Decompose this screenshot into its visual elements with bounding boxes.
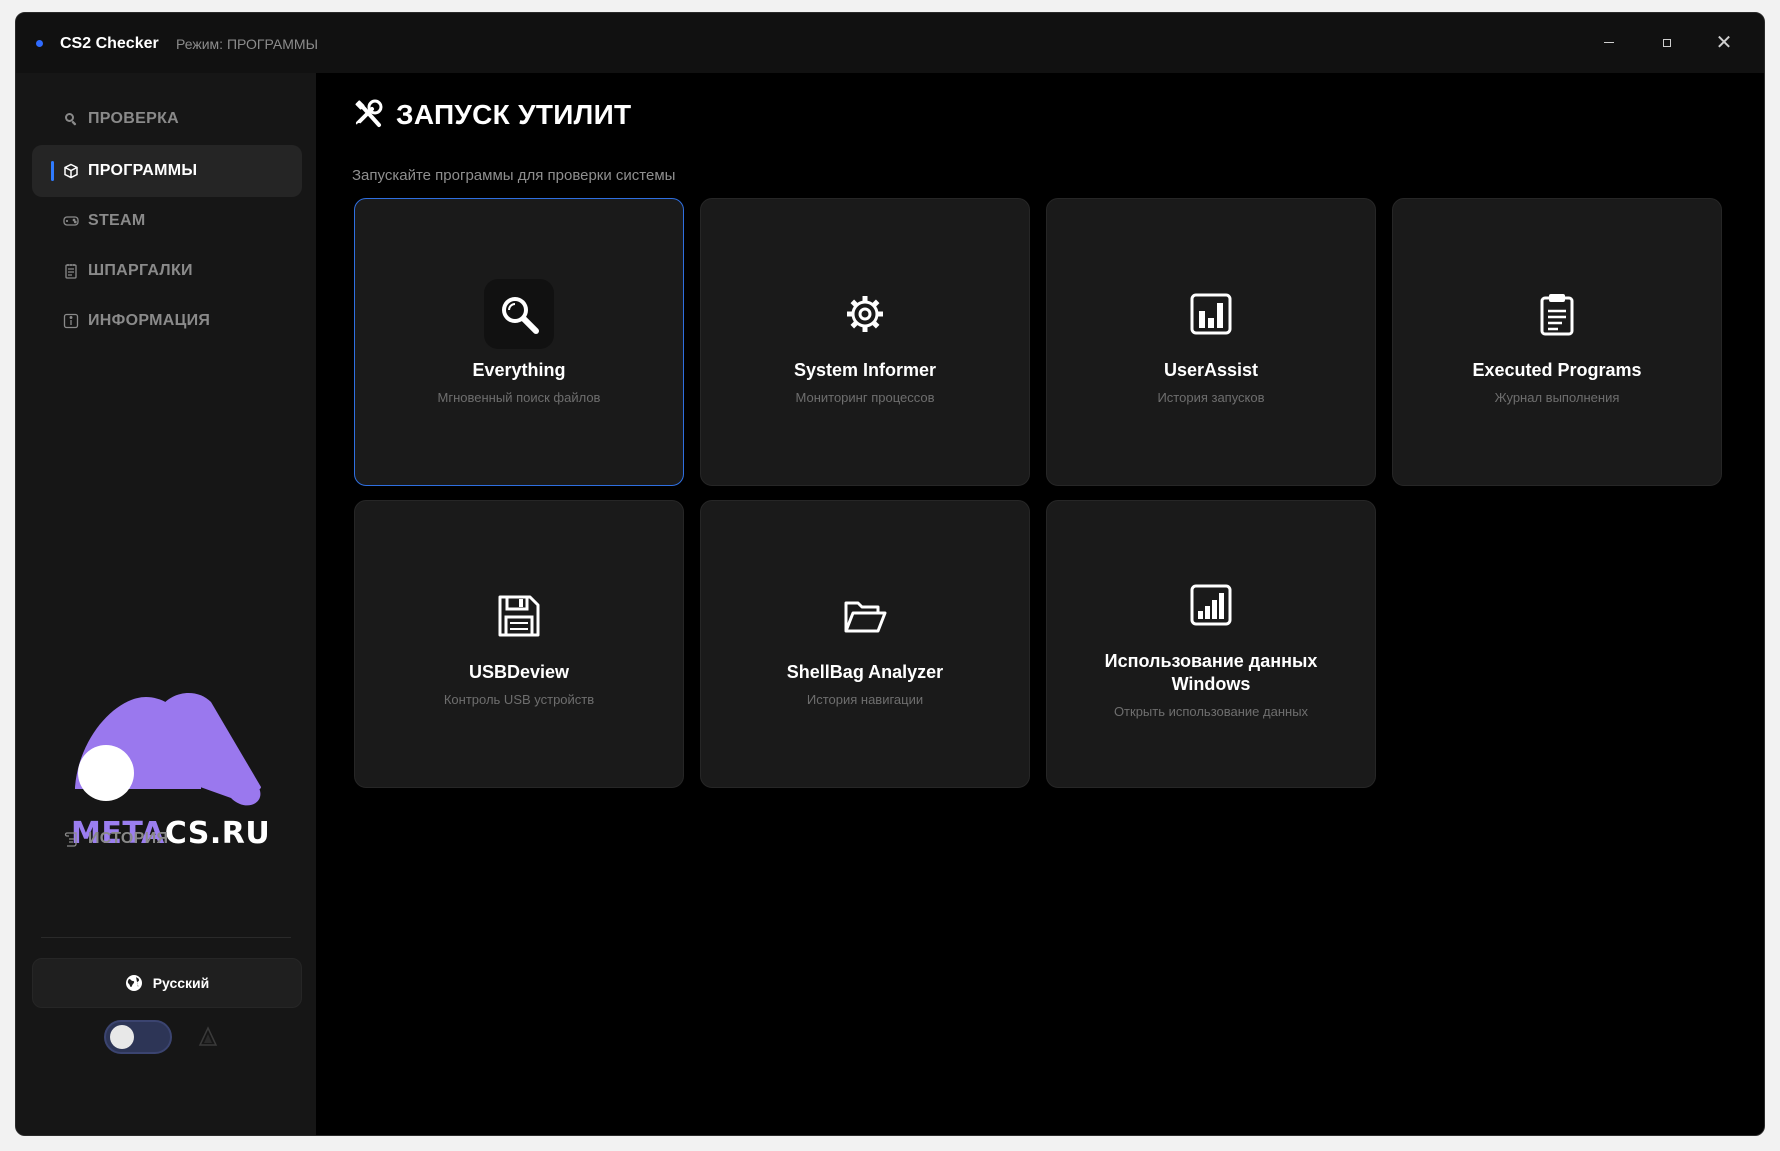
tool-card-everything[interactable]: Everything Мгновенный поиск файлов bbox=[354, 198, 684, 486]
card-description: История запусков bbox=[1157, 390, 1265, 405]
magnifier-icon bbox=[502, 297, 539, 334]
tool-card-system-informer[interactable]: System Informer Мониторинг процессов bbox=[700, 198, 1030, 486]
page-header: ЗАПУСК УТИЛИТ bbox=[352, 98, 631, 132]
sidebar-item-check[interactable]: ПРОВЕРКА bbox=[32, 93, 302, 145]
tool-card-shellbag-analyzer[interactable]: ShellBag Analyzer История навигации bbox=[700, 500, 1030, 788]
main-content: ЗАПУСК УТИЛИТ Запускайте программы для п… bbox=[316, 73, 1764, 1135]
card-icon-container bbox=[1176, 279, 1246, 349]
info-icon bbox=[62, 312, 80, 330]
card-icon-container bbox=[1176, 570, 1246, 640]
floppy-disk-icon bbox=[498, 595, 540, 637]
card-description: Журнал выполнения bbox=[1494, 390, 1620, 405]
notepad-icon bbox=[62, 262, 80, 280]
theme-toggle[interactable] bbox=[104, 1020, 172, 1054]
sidebar-item-information[interactable]: ИНФОРМАЦИЯ bbox=[32, 295, 302, 347]
sidebar-item-steam[interactable]: STEAM bbox=[32, 195, 302, 247]
card-description: История навигации bbox=[806, 692, 924, 707]
app-status-dot-icon bbox=[36, 40, 43, 47]
card-description: Открыть использование данных bbox=[1113, 703, 1309, 719]
language-label: Русский bbox=[152, 975, 210, 991]
card-title: System Informer bbox=[793, 360, 937, 380]
card-icon-container bbox=[484, 581, 554, 651]
tool-card-usbdeview[interactable]: USBDeview Контроль USB устройств bbox=[354, 500, 684, 788]
maximize-icon bbox=[1663, 38, 1671, 47]
sidebar-item-label: ПРОГРАММЫ bbox=[88, 162, 198, 179]
card-description: Мгновенный поиск файлов bbox=[437, 390, 601, 405]
page-subtitle: Запускайте программы для проверки систем… bbox=[352, 167, 676, 184]
sidebar-item-history[interactable]: ИСТОРИЯ bbox=[32, 813, 302, 865]
app-title: CS2 Checker bbox=[60, 35, 159, 52]
tool-card-userassist[interactable]: UserAssist История запусков bbox=[1046, 198, 1376, 486]
bar-chart-icon bbox=[1190, 293, 1232, 335]
card-title: ShellBag Analyzer bbox=[786, 662, 944, 682]
app-window: CS2 Checker Режим: ПРОГРАММЫ ✕ ПРОВЕРКА … bbox=[15, 12, 1765, 1136]
mode-indicator: Режим: ПРОГРАММЫ bbox=[176, 36, 318, 52]
close-button[interactable]: ✕ bbox=[1706, 29, 1742, 57]
sidebar-item-cheatsheets[interactable]: ШПАРГАЛКИ bbox=[32, 245, 302, 297]
card-title: USBDeview bbox=[468, 662, 570, 682]
sidebar-divider bbox=[41, 937, 291, 938]
card-description: Мониторинг процессов bbox=[795, 390, 935, 405]
sidebar-item-label: ПРОВЕРКА bbox=[88, 110, 180, 127]
toggle-knob bbox=[110, 1025, 134, 1049]
folder-open-icon bbox=[844, 601, 887, 633]
card-icon-container bbox=[1522, 279, 1592, 349]
active-indicator bbox=[51, 161, 54, 181]
card-description: Контроль USB устройств bbox=[443, 692, 595, 707]
theme-icon bbox=[198, 1026, 218, 1046]
gamepad-icon bbox=[62, 212, 80, 230]
page-title: ЗАПУСК УТИЛИТ bbox=[396, 99, 632, 130]
card-title: UserAssist bbox=[1163, 360, 1259, 380]
maximize-button[interactable] bbox=[1649, 29, 1685, 57]
globe-icon bbox=[125, 975, 142, 991]
sidebar-item-label: ШПАРГАЛКИ bbox=[88, 262, 193, 279]
tool-card-windows-data-usage[interactable]: Использование данных Windows Открыть исп… bbox=[1046, 500, 1376, 788]
scroll-icon bbox=[62, 830, 80, 848]
clipboard-icon bbox=[1540, 294, 1574, 336]
sidebar: ПРОВЕРКА ПРОГРАММЫ STEAM ШПАРГАЛКИ ИНФОР… bbox=[16, 73, 316, 1135]
close-icon: ✕ bbox=[1715, 32, 1733, 54]
cube-icon bbox=[62, 162, 80, 180]
sidebar-item-label: ИСТОРИЯ bbox=[88, 830, 169, 847]
card-title: Executed Programs bbox=[1472, 360, 1642, 380]
card-title: Everything bbox=[472, 360, 566, 380]
sidebar-item-label: ИНФОРМАЦИЯ bbox=[88, 312, 211, 329]
language-button[interactable]: Русский bbox=[32, 958, 302, 1008]
tools-icon bbox=[355, 99, 383, 127]
minimize-icon bbox=[1604, 42, 1614, 44]
gear-icon bbox=[847, 296, 883, 332]
search-icon bbox=[62, 110, 80, 128]
card-icon-container bbox=[484, 279, 554, 349]
sidebar-item-label: STEAM bbox=[88, 212, 146, 229]
card-icon-container bbox=[830, 279, 900, 349]
tool-card-executed-programs[interactable]: Executed Programs Журнал выполнения bbox=[1392, 198, 1722, 486]
card-icon-container bbox=[830, 581, 900, 651]
title-bar: CS2 Checker Режим: ПРОГРАММЫ ✕ bbox=[16, 13, 1764, 73]
minimize-button[interactable] bbox=[1591, 29, 1627, 57]
card-title: Использование данных Windows bbox=[1104, 650, 1318, 694]
data-usage-chart-icon bbox=[1190, 584, 1232, 625]
sidebar-item-programs[interactable]: ПРОГРАММЫ bbox=[32, 145, 302, 197]
